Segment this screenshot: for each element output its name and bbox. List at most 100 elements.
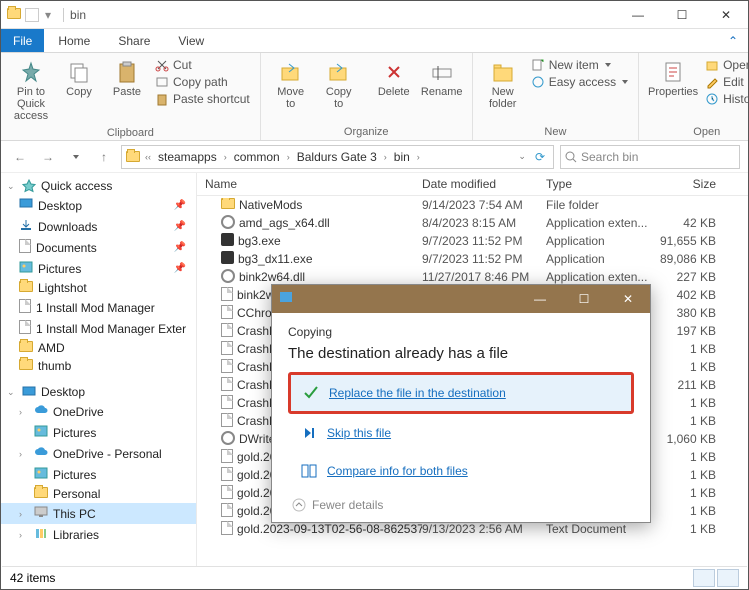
open-icon <box>705 58 719 72</box>
col-type[interactable]: Type <box>546 177 650 191</box>
skip-file-option[interactable]: Skip this file <box>288 414 634 452</box>
sidebar-item[interactable]: Pictures <box>1 422 196 443</box>
breadcrumb-seg[interactable]: bin <box>392 150 412 164</box>
sidebar-item[interactable]: ›Libraries <box>1 524 196 545</box>
skip-icon <box>301 425 317 441</box>
sidebar-item[interactable]: ›OneDrive <box>1 401 196 422</box>
sidebar-item[interactable]: Desktop📌 <box>1 195 196 216</box>
easy-access-button[interactable]: Easy access <box>531 75 628 89</box>
file-size: 1 KB <box>650 360 724 374</box>
sidebar-quick-access[interactable]: ⌄Quick access <box>1 177 196 195</box>
sidebar-item-label: AMD <box>38 341 65 355</box>
replace-file-option[interactable]: Replace the file in the destination <box>288 372 634 414</box>
dialog-close-button[interactable]: ✕ <box>606 285 650 313</box>
table-row[interactable]: NativeMods9/14/2023 7:54 AMFile folder <box>197 196 748 214</box>
cut-button[interactable]: Cut <box>155 58 250 72</box>
edit-icon <box>705 75 719 89</box>
chevron-up-icon <box>292 498 306 512</box>
sidebar-item[interactable]: ›This PC <box>1 503 196 524</box>
search-input[interactable]: Search bin <box>560 145 740 169</box>
new-folder-button[interactable]: New folder <box>479 56 527 114</box>
view-large-button[interactable] <box>717 569 739 587</box>
dialog-minimize-button[interactable]: — <box>518 285 562 313</box>
table-row[interactable]: bg3_dx11.exe9/7/2023 11:52 PMApplication… <box>197 250 748 268</box>
sidebar-item[interactable]: Personal <box>1 485 196 503</box>
file-icon <box>221 287 233 304</box>
breadcrumb-seg[interactable]: steamapps <box>156 150 219 164</box>
file-size: 211 KB <box>650 378 724 392</box>
col-name[interactable]: Name <box>197 177 422 191</box>
edit-button[interactable]: Edit <box>705 75 749 89</box>
sidebar-item[interactable]: 1 Install Mod Manager <box>1 297 196 318</box>
tab-view[interactable]: View <box>164 29 218 52</box>
col-date[interactable]: Date modified <box>422 177 546 191</box>
sidebar-item-label: Downloads <box>38 220 97 234</box>
maximize-button[interactable]: ☐ <box>660 1 704 29</box>
sidebar-icon <box>19 260 33 277</box>
breadcrumb-seg[interactable]: Baldurs Gate 3 <box>295 150 379 164</box>
breadcrumb-seg[interactable]: common <box>232 150 282 164</box>
view-details-button[interactable] <box>693 569 715 587</box>
file-name: bink2w64.dll <box>239 270 305 284</box>
file-icon <box>221 503 233 520</box>
sidebar-item[interactable]: Documents📌 <box>1 237 196 258</box>
sidebar-item[interactable]: Pictures📌 <box>1 258 196 279</box>
minimize-button[interactable]: — <box>616 1 660 29</box>
copy-path-button[interactable]: Copy path <box>155 75 250 89</box>
rename-button[interactable]: Rename <box>418 56 466 102</box>
column-headers[interactable]: Name Date modified Type Size <box>197 173 748 196</box>
open-button[interactable]: Open <box>705 58 749 72</box>
new-item-button[interactable]: New item <box>531 58 628 72</box>
file-size: 89,086 KB <box>650 252 724 266</box>
sidebar-item-label: OneDrive - Personal <box>53 447 162 461</box>
tab-share[interactable]: Share <box>104 29 164 52</box>
file-size: 1,060 KB <box>650 432 724 446</box>
close-button[interactable]: ✕ <box>704 1 748 29</box>
sidebar-item[interactable]: Downloads📌 <box>1 216 196 237</box>
paste-button[interactable]: Paste <box>103 56 151 102</box>
delete-button[interactable]: Delete <box>370 56 418 102</box>
nav-back-button[interactable]: ← <box>9 146 31 168</box>
sidebar-item[interactable]: 1 Install Mod Manager Exter <box>1 318 196 339</box>
properties-icon <box>661 60 685 84</box>
refresh-button[interactable]: ⟳ <box>531 150 549 164</box>
qat-dropdown[interactable]: ▾ <box>43 8 53 22</box>
copy-to-button[interactable]: Copy to <box>315 56 363 114</box>
fewer-details-toggle[interactable]: Fewer details <box>288 498 634 512</box>
paste-icon <box>115 60 139 84</box>
star-icon <box>22 179 36 193</box>
sidebar-item[interactable]: Lightshot <box>1 279 196 297</box>
copy-button[interactable]: Copy <box>55 56 103 102</box>
compare-files-option[interactable]: Compare info for both files <box>288 452 634 490</box>
sidebar-desktop[interactable]: ⌄Desktop <box>1 383 196 401</box>
sidebar-item-label: 1 Install Mod Manager Exter <box>36 322 186 336</box>
breadcrumb[interactable]: ‹‹ steamapps› common› Baldurs Gate 3› bi… <box>121 145 554 169</box>
pin-quick-access-button[interactable]: Pin to Quick access <box>7 56 55 126</box>
history-button[interactable]: History <box>705 92 749 106</box>
file-icon <box>221 413 233 430</box>
sidebar-icon <box>34 505 48 522</box>
col-size[interactable]: Size <box>650 177 724 191</box>
paste-shortcut-button[interactable]: Paste shortcut <box>155 92 250 106</box>
dialog-maximize-button[interactable]: ☐ <box>562 285 606 313</box>
nav-recent-button[interactable] <box>65 146 87 168</box>
nav-forward-button[interactable]: → <box>37 146 59 168</box>
ribbon-expand[interactable]: ⌃ <box>718 29 748 52</box>
table-row[interactable]: bg3.exe9/7/2023 11:52 PMApplication91,65… <box>197 232 748 250</box>
table-row[interactable]: amd_ags_x64.dll8/4/2023 8:15 AMApplicati… <box>197 214 748 232</box>
sidebar-item[interactable]: AMD <box>1 339 196 357</box>
paste-shortcut-icon <box>155 92 169 106</box>
properties-button[interactable]: Properties <box>645 56 701 102</box>
tab-home[interactable]: Home <box>44 29 104 52</box>
tab-file[interactable]: File <box>1 29 44 52</box>
group-new-label: New <box>479 125 632 138</box>
sidebar-item[interactable]: thumb <box>1 357 196 375</box>
sidebar-item[interactable]: ›OneDrive - Personal <box>1 443 196 464</box>
file-icon <box>221 251 234 267</box>
move-to-button[interactable]: Move to <box>267 56 315 114</box>
qat-placeholder <box>25 8 39 22</box>
sidebar-item[interactable]: Pictures <box>1 464 196 485</box>
address-dropdown[interactable]: ⌄ <box>515 151 529 162</box>
status-bar: 42 items <box>2 566 747 588</box>
nav-up-button[interactable]: ↑ <box>93 146 115 168</box>
